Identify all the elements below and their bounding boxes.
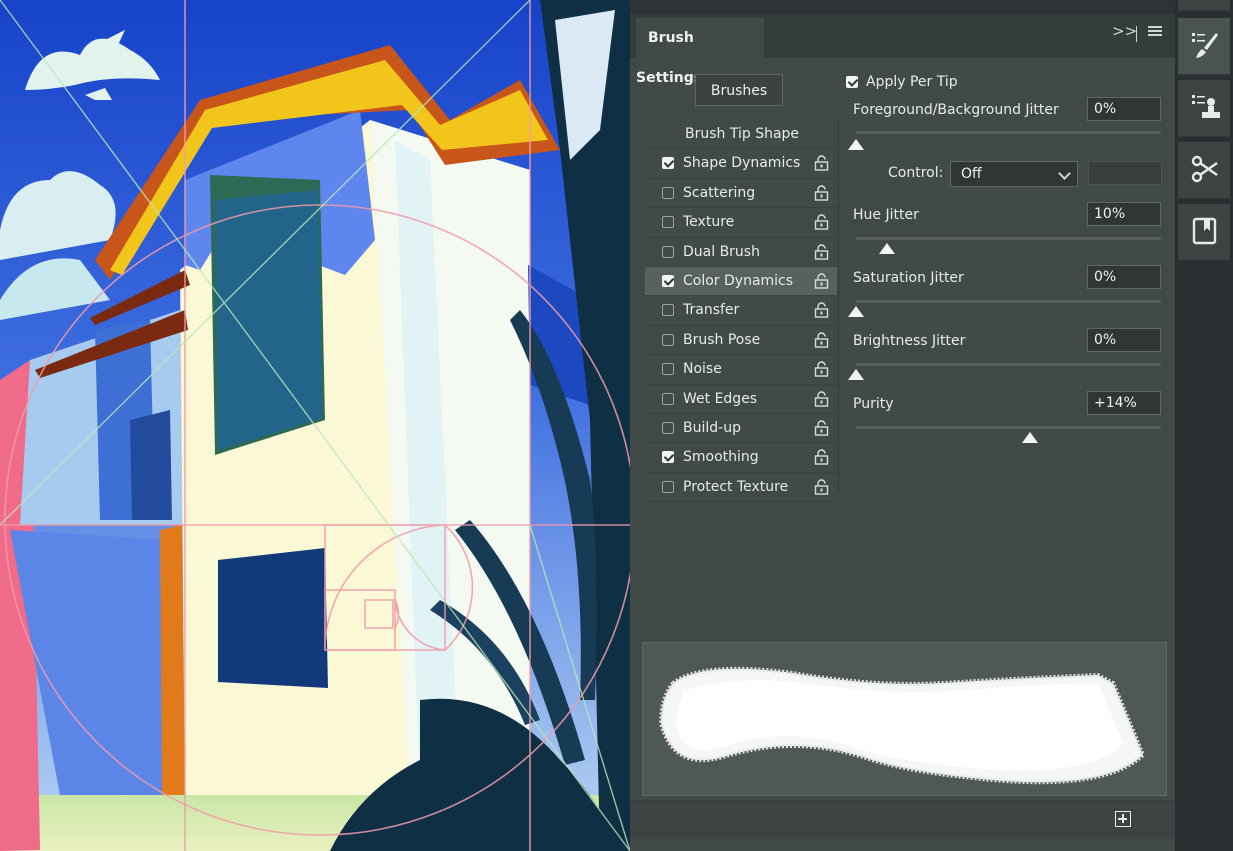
brightness-jitter-slider[interactable] [856, 363, 1161, 366]
list-item-scattering[interactable]: Scattering [645, 179, 837, 209]
apply-per-tip-checkbox[interactable] [846, 76, 858, 88]
purity-slider-thumb[interactable] [1021, 432, 1038, 443]
saturation-jitter-label: Saturation Jitter [853, 270, 964, 286]
panel-menu-icon[interactable] [1148, 26, 1162, 37]
saturation-jitter-slider[interactable] [856, 300, 1161, 303]
brush-options-list: Brush Tip Shape Shape Dynamics Scatterin… [645, 120, 837, 503]
panel-top-strip [630, 0, 1175, 14]
list-item-brush-tip-shape[interactable]: Brush Tip Shape [645, 120, 837, 150]
panel-dock [1175, 0, 1233, 851]
hue-jitter-slider[interactable] [856, 237, 1161, 240]
list-item-label: Build-up [683, 419, 741, 436]
control-field-disabled [1088, 161, 1162, 185]
tool-presets-icon[interactable] [1178, 142, 1230, 199]
hue-jitter-slider-thumb[interactable] [878, 243, 895, 254]
list-divider [838, 118, 839, 493]
list-item-smoothing[interactable]: Smoothing [645, 443, 837, 473]
apply-per-tip-label: Apply Per Tip [866, 74, 958, 90]
hue-jitter-field[interactable]: 10% [1087, 202, 1161, 226]
lock-icon[interactable] [814, 449, 829, 465]
protect-texture-checkbox[interactable] [662, 480, 674, 493]
list-item-shape-dynamics[interactable]: Shape Dynamics [645, 149, 837, 179]
list-item-brush-pose[interactable]: Brush Pose [645, 326, 837, 356]
wet-edges-checkbox[interactable] [662, 392, 674, 405]
transfer-checkbox[interactable] [662, 304, 674, 317]
list-item-label: Noise [683, 361, 722, 378]
saturation-jitter-slider-thumb[interactable] [848, 306, 864, 317]
brightness-jitter-field[interactable]: 0% [1087, 328, 1161, 352]
purity-field[interactable]: +14% [1087, 391, 1161, 415]
smoothing-checkbox[interactable] [662, 451, 674, 464]
color-dynamics-checkbox[interactable] [662, 274, 674, 287]
lock-icon[interactable] [814, 390, 829, 407]
fg-bg-jitter-slider-thumb[interactable] [848, 139, 864, 150]
list-item-wet-edges[interactable]: Wet Edges [645, 385, 837, 414]
brightness-jitter-label: Brightness Jitter [853, 333, 966, 349]
list-item-label: Dual Brush [683, 243, 760, 260]
purity-label: Purity [853, 396, 894, 412]
control-label: Control: [888, 165, 944, 181]
list-item-label: Smoothing [683, 449, 759, 466]
brushes-button[interactable]: Brushes [695, 74, 783, 106]
panel-footer [630, 800, 1175, 839]
lock-icon[interactable] [814, 243, 829, 260]
list-item-label: Brush Pose [683, 331, 761, 348]
list-item-transfer[interactable]: Transfer [645, 296, 837, 326]
lock-icon[interactable] [814, 332, 829, 348]
list-item-label: Protect Texture [683, 478, 789, 495]
notes-icon[interactable] [1178, 204, 1230, 261]
brush-stroke-preview [642, 642, 1167, 796]
list-item-label: Transfer [683, 302, 740, 319]
lock-icon[interactable] [814, 185, 829, 201]
list-item-label: Scattering [683, 184, 756, 201]
list-item-label: Color Dynamics [683, 272, 794, 289]
new-brush-icon[interactable] [1115, 811, 1131, 827]
lock-icon[interactable] [814, 273, 829, 289]
list-item-label: Brush Tip Shape [685, 126, 800, 142]
lock-icon[interactable] [814, 479, 829, 495]
list-item-noise[interactable]: Noise [645, 355, 837, 385]
lock-icon[interactable] [814, 420, 829, 436]
list-item-dual-brush[interactable]: Dual Brush [645, 238, 837, 267]
list-item-label: Wet Edges [683, 390, 758, 407]
tab-brush-settings[interactable]: Brush Settings [636, 18, 764, 86]
texture-checkbox[interactable] [662, 216, 674, 229]
list-item-texture[interactable]: Texture [645, 208, 837, 238]
clone-source-icon[interactable] [1178, 80, 1230, 137]
control-dropdown-value: Off [961, 166, 982, 182]
dual-brush-checkbox[interactable] [662, 245, 674, 258]
lock-icon[interactable] [814, 302, 829, 319]
saturation-jitter-field[interactable]: 0% [1087, 265, 1161, 289]
noise-checkbox[interactable] [662, 363, 674, 376]
fg-bg-jitter-slider[interactable] [856, 131, 1161, 134]
list-item-label: Texture [683, 214, 735, 231]
brush-settings-panel: Brush Settings >> Brushes Brush Tip Shap… [630, 0, 1175, 851]
tab-separator [1136, 26, 1137, 42]
artwork-canvas[interactable] [0, 0, 630, 851]
brush-pose-checkbox[interactable] [662, 333, 674, 346]
list-item-protect-texture[interactable]: Protect Texture [645, 473, 837, 503]
house-illustration [0, 0, 630, 851]
list-item-build-up[interactable]: Build-up [645, 414, 837, 444]
fg-bg-jitter-field[interactable]: 0% [1087, 97, 1161, 121]
stroke-preview-graphic [658, 666, 1146, 785]
lock-icon[interactable] [814, 155, 829, 172]
brush-settings-icon[interactable] [1178, 18, 1230, 75]
scattering-checkbox[interactable] [662, 186, 674, 199]
list-item-color-dynamics[interactable]: Color Dynamics [645, 266, 837, 297]
chevron-down-icon [1058, 167, 1071, 180]
build-up-checkbox[interactable] [662, 421, 674, 434]
hue-jitter-label: Hue Jitter [853, 207, 919, 223]
shape-dynamics-checkbox[interactable] [662, 157, 674, 170]
purity-slider[interactable] [856, 426, 1161, 429]
collapse-panel-icon[interactable]: >> [1112, 22, 1137, 40]
brightness-jitter-slider-thumb[interactable] [848, 369, 864, 380]
lock-icon[interactable] [814, 214, 829, 230]
dock-top-stub [1178, 0, 1230, 11]
list-item-label: Shape Dynamics [683, 155, 801, 172]
lock-icon[interactable] [814, 361, 829, 377]
fg-bg-jitter-label: Foreground/Background Jitter [853, 102, 1059, 118]
control-dropdown[interactable]: Off [950, 161, 1078, 187]
